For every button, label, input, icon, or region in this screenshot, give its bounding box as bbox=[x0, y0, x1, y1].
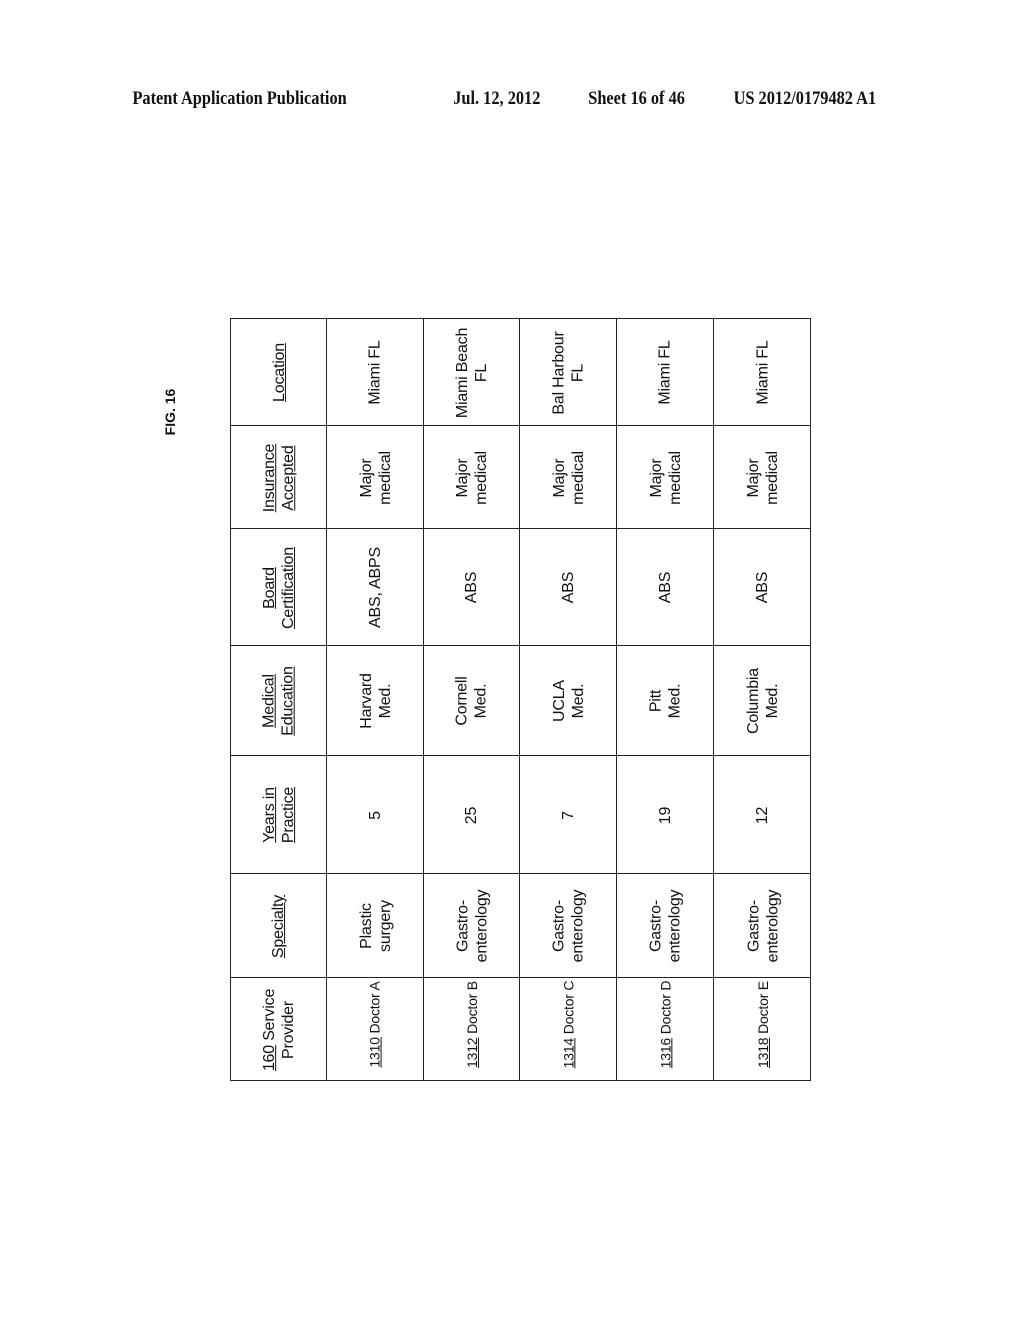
years-value: 7 bbox=[559, 810, 577, 820]
years-value: 12 bbox=[754, 806, 772, 824]
location-cell: Miami FL bbox=[327, 319, 424, 426]
certification-value: ABS bbox=[656, 571, 674, 604]
education-value: Columbia Med. bbox=[745, 668, 781, 734]
patent-number: US 2012/0179482 A1 bbox=[733, 88, 877, 109]
specialty-value: Gastro- enterology bbox=[647, 889, 684, 963]
location-value: Miami FL bbox=[754, 340, 772, 405]
location-cell: Miami FL bbox=[617, 319, 714, 426]
specialty-value: Gastro- enterology bbox=[453, 889, 490, 963]
certification-cell: ABS bbox=[520, 529, 617, 646]
provider-table: Location Insurance Accepted Board Certific… bbox=[230, 318, 811, 1081]
years-cell: 5 bbox=[327, 756, 424, 874]
location-value: Miami FL bbox=[657, 340, 674, 405]
certification-cell: ABS bbox=[424, 529, 520, 646]
years-cell: 19 bbox=[617, 756, 714, 874]
education-cell: Columbia Med. bbox=[714, 646, 812, 756]
header-label-certification: Board Certification bbox=[260, 546, 297, 629]
insurance-cell: Major medical bbox=[617, 426, 714, 529]
location-cell: Miami Beach FL bbox=[424, 319, 520, 426]
education-cell: Cornell Med. bbox=[424, 646, 520, 756]
insurance-cell: Major medical bbox=[714, 426, 812, 529]
header-label-education: Medical Education bbox=[261, 666, 297, 736]
doctor-ref-number: 1318 bbox=[754, 1037, 771, 1068]
years-cell: 12 bbox=[714, 756, 812, 874]
insurance-cell: Major medical bbox=[520, 426, 617, 529]
specialty-value: Plastic surgery bbox=[357, 900, 394, 952]
doctor-name: Doctor D bbox=[657, 980, 673, 1038]
years-value: 19 bbox=[657, 806, 674, 824]
education-value: Cornell Med. bbox=[453, 676, 490, 726]
header-cell-certification: Board Certification bbox=[231, 529, 327, 646]
provider-cell: 1310 Doctor A bbox=[327, 978, 424, 1082]
specialty-value: Gastro- enterology bbox=[550, 889, 587, 963]
certification-cell: ABS, ABPS bbox=[327, 529, 424, 646]
header-label-insurance: Insurance Accepted bbox=[261, 443, 297, 512]
page-header: Patent Application Publication Jul. 12, … bbox=[0, 88, 881, 118]
education-value: Pitt Med. bbox=[647, 683, 684, 719]
location-cell: Miami FL bbox=[714, 319, 812, 426]
header-cell-location: Location bbox=[231, 319, 327, 426]
figure-label: FIG. 16 bbox=[162, 388, 178, 436]
insurance-value: Major medical bbox=[357, 450, 394, 505]
certification-value: ABS bbox=[559, 571, 577, 604]
provider-cell: 1314 Doctor C bbox=[520, 978, 617, 1082]
certification-value: ABS bbox=[463, 571, 481, 604]
specialty-cell: Gastro- enterology bbox=[714, 874, 812, 978]
publication-type: Patent Application Publication bbox=[132, 88, 347, 109]
certification-cell: ABS bbox=[714, 529, 812, 646]
education-value: UCLA Med. bbox=[550, 680, 587, 722]
education-value: Harvard Med. bbox=[357, 673, 394, 729]
insurance-value: Major medical bbox=[550, 450, 587, 505]
certification-value: ABS, ABPS bbox=[366, 547, 384, 628]
location-value: Miami Beach FL bbox=[454, 327, 490, 418]
specialty-cell: Plastic surgery bbox=[327, 874, 424, 978]
education-cell: Pitt Med. bbox=[617, 646, 714, 756]
certification-cell: ABS bbox=[617, 529, 714, 646]
doctor-ref-number: 1314 bbox=[560, 1037, 576, 1069]
doctor-name: Doctor A bbox=[366, 981, 383, 1038]
specialty-cell: Gastro- enterology bbox=[424, 874, 520, 978]
provider-cell: 1316 Doctor D bbox=[617, 978, 714, 1082]
location-value: Bal Harbour FL bbox=[550, 330, 587, 415]
insurance-value: Major medical bbox=[647, 450, 684, 505]
header-cell-specialty: Specialty bbox=[231, 874, 327, 978]
header-cell-insurance: Insurance Accepted bbox=[231, 426, 327, 529]
header-cell-provider: 160 Service Provider bbox=[231, 978, 327, 1082]
years-value: 5 bbox=[366, 810, 384, 820]
doctor-ref-number: 1312 bbox=[463, 1037, 480, 1068]
sheet-number: Sheet 16 of 46 bbox=[588, 88, 685, 109]
doctor-name: Doctor E bbox=[754, 981, 771, 1038]
certification-value: ABS bbox=[754, 571, 772, 604]
provider-cell: 1312 Doctor B bbox=[424, 978, 520, 1082]
doctor-name: Doctor C bbox=[560, 980, 576, 1038]
education-cell: UCLA Med. bbox=[520, 646, 617, 756]
insurance-cell: Major medical bbox=[327, 426, 424, 529]
publication-date: Jul. 12, 2012 bbox=[453, 88, 541, 109]
header-label-specialty: Specialty bbox=[270, 894, 288, 958]
insurance-value: Major medical bbox=[453, 450, 490, 505]
years-cell: 7 bbox=[520, 756, 617, 874]
education-cell: Harvard Med. bbox=[327, 646, 424, 756]
header-label-location: Location bbox=[270, 343, 288, 402]
provider-ref-number: 160 bbox=[261, 1045, 278, 1072]
location-value: Miami FL bbox=[367, 340, 384, 405]
header-label-years: Years in Practice bbox=[260, 786, 297, 844]
location-cell: Bal Harbour FL bbox=[520, 319, 617, 426]
doctor-name: Doctor B bbox=[463, 981, 480, 1038]
years-cell: 25 bbox=[424, 756, 520, 874]
years-value: 25 bbox=[463, 806, 481, 824]
doctor-ref-number: 1316 bbox=[657, 1037, 673, 1069]
specialty-cell: Gastro- enterology bbox=[520, 874, 617, 978]
doctor-ref-number: 1310 bbox=[366, 1037, 383, 1068]
insurance-cell: Major medical bbox=[424, 426, 520, 529]
header-cell-education: Medical Education bbox=[231, 646, 327, 756]
provider-cell: 1318 Doctor E bbox=[714, 978, 812, 1082]
header-cell-years: Years in Practice bbox=[231, 756, 327, 874]
specialty-value: Gastro- enterology bbox=[744, 889, 781, 963]
specialty-cell: Gastro- enterology bbox=[617, 874, 714, 978]
insurance-value: Major medical bbox=[744, 450, 781, 505]
